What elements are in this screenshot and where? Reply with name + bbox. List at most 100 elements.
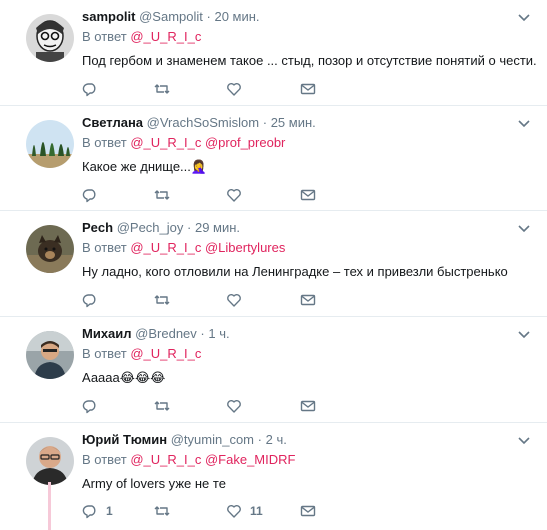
replies-feed: sampolit @Sampolit · 20 мин. В ответ @_U… bbox=[0, 0, 547, 530]
chevron-down-icon[interactable] bbox=[517, 116, 531, 130]
tweet-text: Army of lovers уже не те bbox=[82, 476, 226, 491]
envelope-icon bbox=[300, 294, 316, 306]
laughing-emoji: 😂😂😂 bbox=[119, 370, 166, 385]
reply-context: В ответ @_U_R_I_c bbox=[82, 29, 202, 44]
direct-message-button[interactable] bbox=[300, 80, 316, 98]
retweet-button[interactable] bbox=[154, 80, 178, 98]
reply-icon bbox=[82, 505, 96, 519]
timestamp[interactable]: 2 ч. bbox=[266, 432, 287, 447]
avatar[interactable] bbox=[26, 14, 74, 62]
reply-to-link[interactable]: @_U_R_I_c bbox=[130, 346, 201, 361]
tweet-text: Ааааа😂😂😂 bbox=[82, 370, 166, 385]
tweet-actions bbox=[82, 186, 382, 204]
retweet-button[interactable] bbox=[154, 186, 178, 204]
tweet-header: sampolit @Sampolit · 20 мин. bbox=[82, 9, 260, 24]
author-name[interactable]: Pech bbox=[82, 220, 113, 235]
author-name[interactable]: Светлана bbox=[82, 115, 143, 130]
timestamp[interactable]: 25 мин. bbox=[271, 115, 316, 130]
envelope-icon bbox=[300, 189, 316, 201]
like-button[interactable] bbox=[226, 186, 250, 204]
direct-message-button[interactable] bbox=[300, 291, 316, 309]
reply-context: В ответ @_U_R_I_c @prof_preobr bbox=[82, 135, 286, 150]
timestamp[interactable]: 1 ч. bbox=[208, 326, 229, 341]
avatar[interactable] bbox=[26, 331, 74, 379]
tweet-text: Ну ладно, кого отловили на Ленинградке –… bbox=[82, 264, 508, 279]
like-button[interactable] bbox=[226, 291, 250, 309]
retweet-icon bbox=[154, 506, 170, 516]
retweet-icon bbox=[154, 295, 170, 305]
reply-icon bbox=[82, 83, 96, 97]
thread-connector-line bbox=[48, 482, 51, 530]
reply-icon bbox=[82, 294, 96, 308]
envelope-icon bbox=[300, 83, 316, 95]
retweet-icon bbox=[154, 401, 170, 411]
reply-icon bbox=[82, 189, 96, 203]
avatar[interactable] bbox=[26, 225, 74, 273]
author-handle[interactable]: @Pech_joy bbox=[117, 220, 184, 235]
tweet-header: Михаил @Brednev · 1 ч. bbox=[82, 326, 230, 341]
tweet[interactable]: Михаил @Brednev · 1 ч. В ответ @_U_R_I_c… bbox=[0, 317, 547, 423]
chevron-down-icon[interactable] bbox=[517, 327, 531, 341]
retweet-button[interactable] bbox=[154, 397, 178, 415]
author-handle[interactable]: @VrachSoSmislom bbox=[147, 115, 259, 130]
author-handle[interactable]: @Sampolit bbox=[139, 9, 203, 24]
like-count: 11 bbox=[250, 504, 263, 518]
reply-count: 1 bbox=[106, 504, 113, 518]
reply-to-link[interactable]: @_U_R_I_c bbox=[130, 240, 201, 255]
tweet[interactable]: Юрий Тюмин @tyumin_com · 2 ч. В ответ @_… bbox=[0, 423, 547, 530]
retweet-button[interactable] bbox=[154, 502, 178, 520]
tweet[interactable]: Светлана @VrachSoSmislom · 25 мин. В отв… bbox=[0, 106, 547, 211]
timestamp[interactable]: 20 мин. bbox=[214, 9, 259, 24]
reply-to-link[interactable]: @prof_preobr bbox=[205, 135, 285, 150]
reply-button[interactable] bbox=[82, 291, 106, 309]
reply-to-link[interactable]: @_U_R_I_c bbox=[130, 452, 201, 467]
timestamp[interactable]: 29 мин. bbox=[195, 220, 240, 235]
like-button[interactable]: 11 bbox=[226, 502, 263, 520]
tweet[interactable]: sampolit @Sampolit · 20 мин. В ответ @_U… bbox=[0, 0, 547, 106]
reply-to-link[interactable]: @Libertylures bbox=[205, 240, 285, 255]
tweet-actions bbox=[82, 397, 382, 415]
direct-message-button[interactable] bbox=[300, 186, 316, 204]
reply-button[interactable] bbox=[82, 80, 106, 98]
reply-button[interactable] bbox=[82, 186, 106, 204]
heart-icon bbox=[227, 82, 241, 96]
reply-icon bbox=[82, 400, 96, 414]
author-name[interactable]: sampolit bbox=[82, 9, 135, 24]
chevron-down-icon[interactable] bbox=[517, 10, 531, 24]
avatar[interactable] bbox=[26, 437, 74, 485]
tweet-header: Pech @Pech_joy · 29 мин. bbox=[82, 220, 241, 235]
like-button[interactable] bbox=[226, 397, 250, 415]
envelope-icon bbox=[300, 400, 316, 412]
heart-icon bbox=[227, 504, 241, 518]
reply-to-link[interactable]: @_U_R_I_c bbox=[130, 135, 201, 150]
direct-message-button[interactable] bbox=[300, 397, 316, 415]
heart-icon bbox=[227, 293, 241, 307]
tweet-actions: 1 11 bbox=[82, 502, 382, 520]
tweet[interactable]: Pech @Pech_joy · 29 мин. В ответ @_U_R_I… bbox=[0, 211, 547, 317]
avatar[interactable] bbox=[26, 120, 74, 168]
tweet-actions bbox=[82, 80, 382, 98]
author-name[interactable]: Михаил bbox=[82, 326, 132, 341]
reply-button[interactable] bbox=[82, 397, 106, 415]
facepalm-emoji: 🤦‍♀️ bbox=[190, 159, 208, 174]
reply-context: В ответ @_U_R_I_c bbox=[82, 346, 202, 361]
reply-button[interactable]: 1 bbox=[82, 502, 113, 520]
reply-to-link[interactable]: @Fake_MIDRF bbox=[205, 452, 296, 467]
reply-context: В ответ @_U_R_I_c @Libertylures bbox=[82, 240, 286, 255]
author-handle[interactable]: @Brednev bbox=[135, 326, 197, 341]
chevron-down-icon[interactable] bbox=[517, 221, 531, 235]
author-handle[interactable]: @tyumin_com bbox=[171, 432, 254, 447]
reply-to-link[interactable]: @_U_R_I_c bbox=[130, 29, 201, 44]
envelope-icon bbox=[300, 505, 316, 517]
heart-icon bbox=[227, 188, 241, 202]
direct-message-button[interactable] bbox=[300, 502, 316, 520]
retweet-button[interactable] bbox=[154, 291, 178, 309]
retweet-icon bbox=[154, 190, 170, 200]
like-button[interactable] bbox=[226, 80, 250, 98]
tweet-actions bbox=[82, 291, 382, 309]
heart-icon bbox=[227, 399, 241, 413]
chevron-down-icon[interactable] bbox=[517, 433, 531, 447]
tweet-header: Светлана @VrachSoSmislom · 25 мин. bbox=[82, 115, 316, 130]
tweet-text: Под гербом и знаменем такое ... стыд, по… bbox=[82, 53, 537, 68]
author-name[interactable]: Юрий Тюмин bbox=[82, 432, 167, 447]
